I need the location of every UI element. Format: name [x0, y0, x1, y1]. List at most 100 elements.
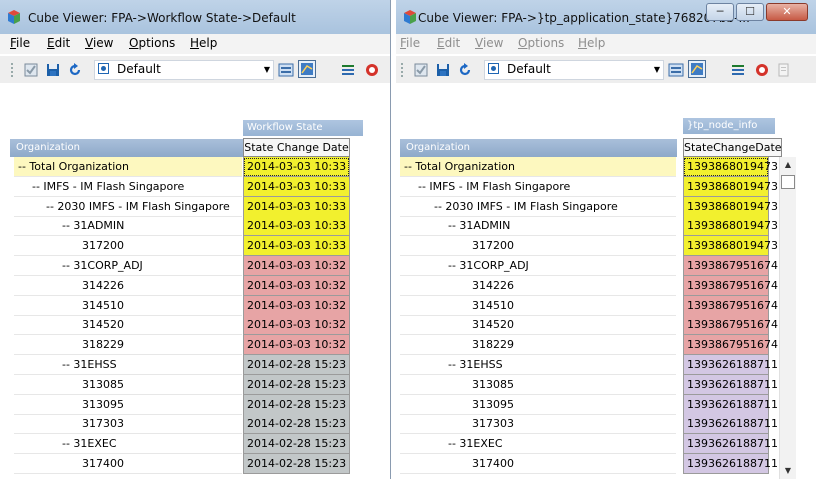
- export-icon[interactable]: [341, 63, 355, 77]
- document-icon[interactable]: [777, 63, 791, 77]
- value-cell[interactable]: 2014-03-03 10:32: [243, 335, 350, 356]
- row-label[interactable]: -- 31ADMIN: [14, 216, 242, 237]
- column-header-state-change-date[interactable]: State Change Date: [243, 138, 350, 157]
- row-label[interactable]: 314226: [400, 276, 676, 296]
- value-cell[interactable]: 2014-03-03 10:33: [243, 236, 350, 257]
- value-cell[interactable]: 1393868019473: [683, 196, 778, 217]
- value-cell[interactable]: 1393867951674: [683, 275, 778, 296]
- menu-view[interactable]: View: [85, 36, 113, 50]
- menu-file[interactable]: File: [10, 36, 30, 50]
- row-label[interactable]: -- 31EHSS: [400, 355, 676, 375]
- value-cell[interactable]: 1393626188711: [683, 434, 778, 455]
- chevron-down-icon[interactable]: ▼: [654, 65, 660, 74]
- value-cell[interactable]: 2014-02-28 15:23: [243, 434, 350, 455]
- value-cell[interactable]: 2014-03-03 10:32: [243, 315, 350, 336]
- row-label[interactable]: -- Total Organization: [400, 157, 676, 177]
- grid-view-icon[interactable]: [278, 63, 294, 77]
- minimize-button[interactable]: ─: [706, 3, 734, 21]
- menu-help[interactable]: Help: [578, 36, 605, 50]
- value-cell[interactable]: 2014-03-03 10:33: [243, 157, 350, 177]
- value-cell[interactable]: 1393868019473: [683, 157, 778, 177]
- export-icon[interactable]: [731, 63, 745, 77]
- row-label[interactable]: -- IMFS - IM Flash Singapore: [400, 177, 676, 197]
- row-label[interactable]: 317400: [400, 454, 676, 474]
- value-cell[interactable]: 2014-03-03 10:32: [243, 275, 350, 296]
- refresh-icon[interactable]: [68, 63, 82, 77]
- row-label[interactable]: 313095: [14, 395, 242, 415]
- row-label[interactable]: 318229: [14, 335, 242, 356]
- title-bar[interactable]: Cube Viewer: FPA->}tp_application_state}…: [396, 0, 816, 34]
- row-label[interactable]: 313085: [14, 375, 242, 395]
- row-label[interactable]: -- 31EXEC: [400, 434, 676, 455]
- value-cell[interactable]: 1393867951674: [683, 335, 778, 356]
- row-label[interactable]: -- Total Organization: [14, 157, 242, 177]
- value-cell[interactable]: 1393626188711: [683, 394, 778, 415]
- value-cell[interactable]: 1393626188711: [683, 374, 778, 395]
- recalc-checkbox-icon[interactable]: [414, 63, 428, 77]
- row-label[interactable]: 317400: [14, 454, 242, 474]
- menu-edit[interactable]: Edit: [47, 36, 70, 50]
- title-bar[interactable]: Cube Viewer: FPA->Workflow State->Defaul…: [0, 0, 390, 34]
- stop-icon[interactable]: [755, 63, 769, 77]
- value-cell[interactable]: 1393867951674: [683, 315, 778, 336]
- row-label[interactable]: 318229: [400, 335, 676, 356]
- view-selector-combo[interactable]: Default ▼: [94, 60, 274, 80]
- row-label[interactable]: 313095: [400, 395, 676, 415]
- row-label[interactable]: 317303: [14, 414, 242, 435]
- toolbar-grip[interactable]: [11, 63, 15, 77]
- value-cell[interactable]: 2014-03-03 10:33: [243, 216, 350, 237]
- column-header-statechangedate[interactable]: StateChangeDate: [683, 138, 782, 157]
- scroll-up-icon[interactable]: ▲: [780, 157, 796, 173]
- save-icon[interactable]: [436, 63, 450, 77]
- recalc-checkbox-icon[interactable]: [24, 63, 38, 77]
- row-label[interactable]: 314520: [14, 315, 242, 336]
- value-cell[interactable]: 2014-03-03 10:33: [243, 196, 350, 217]
- chart-view-icon[interactable]: [688, 60, 706, 78]
- row-label[interactable]: 317303: [400, 414, 676, 435]
- row-label[interactable]: -- IMFS - IM Flash Singapore: [14, 177, 242, 197]
- row-label[interactable]: -- 31CORP_ADJ: [400, 256, 676, 276]
- scroll-down-icon[interactable]: ▼: [780, 463, 796, 479]
- menu-view[interactable]: View: [475, 36, 503, 50]
- value-cell[interactable]: 1393868019473: [683, 176, 778, 197]
- save-icon[interactable]: [46, 63, 60, 77]
- row-label[interactable]: -- 31EXEC: [14, 434, 242, 455]
- row-label[interactable]: 313085: [400, 375, 676, 395]
- close-button[interactable]: ✕: [766, 3, 808, 21]
- refresh-icon[interactable]: [458, 63, 472, 77]
- toolbar-grip[interactable]: [401, 63, 405, 77]
- column-group-header[interactable]: Workflow State Measures: [243, 120, 363, 149]
- row-dimension-header[interactable]: Organization: [10, 139, 243, 157]
- row-dimension-header[interactable]: Organization: [400, 139, 677, 157]
- value-cell[interactable]: 1393626188711: [683, 414, 778, 435]
- value-cell[interactable]: 2014-02-28 15:23: [243, 374, 350, 395]
- row-label[interactable]: -- 2030 IMFS - IM Flash Singapore: [400, 197, 676, 217]
- menu-options[interactable]: Options: [518, 36, 564, 50]
- row-label[interactable]: -- 2030 IMFS - IM Flash Singapore: [14, 197, 242, 217]
- row-label[interactable]: 314510: [400, 296, 676, 316]
- value-cell[interactable]: 2014-03-03 10:32: [243, 256, 350, 276]
- row-label[interactable]: -- 31ADMIN: [400, 216, 676, 237]
- scrollbar-thumb[interactable]: [781, 175, 795, 189]
- chart-view-icon[interactable]: [298, 60, 316, 78]
- column-group-header[interactable]: }tp_node_info: [683, 118, 775, 134]
- grid-view-icon[interactable]: [668, 63, 684, 77]
- value-cell[interactable]: 2014-03-03 10:32: [243, 295, 350, 316]
- value-cell[interactable]: 1393868019473: [683, 216, 778, 237]
- row-label[interactable]: -- 31EHSS: [14, 355, 242, 375]
- menu-options[interactable]: Options: [129, 36, 175, 50]
- row-label[interactable]: 314226: [14, 276, 242, 296]
- menu-edit[interactable]: Edit: [437, 36, 460, 50]
- value-cell[interactable]: 1393868019473: [683, 236, 778, 257]
- row-label[interactable]: 314510: [14, 296, 242, 316]
- row-label[interactable]: 314520: [400, 315, 676, 336]
- value-cell[interactable]: 1393626188711: [683, 355, 778, 375]
- value-cell[interactable]: 2014-02-28 15:23: [243, 454, 350, 474]
- value-cell[interactable]: 2014-02-28 15:23: [243, 394, 350, 415]
- value-cell[interactable]: 1393867951674: [683, 295, 778, 316]
- menu-help[interactable]: Help: [190, 36, 217, 50]
- row-label[interactable]: -- 31CORP_ADJ: [14, 256, 242, 276]
- vertical-scrollbar[interactable]: ▲ ▼: [779, 157, 796, 479]
- value-cell[interactable]: 2014-02-28 15:23: [243, 355, 350, 375]
- chevron-down-icon[interactable]: ▼: [264, 65, 270, 74]
